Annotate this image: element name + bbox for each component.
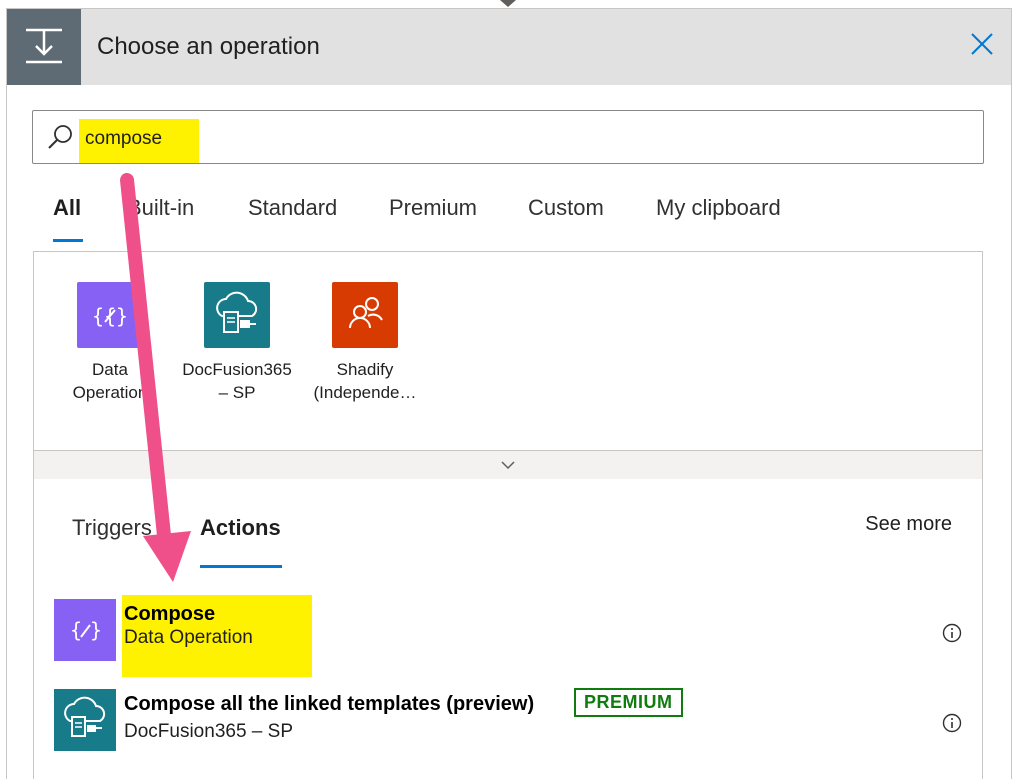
connector-label: Data Operation (72, 360, 148, 402)
data-operation-action-icon: { } (54, 599, 116, 661)
premium-badge: PREMIUM (574, 688, 683, 717)
svg-text:{: { (70, 618, 83, 642)
expand-connectors-button[interactable] (33, 450, 983, 480)
info-icon[interactable] (942, 713, 962, 733)
active-tab-indicator (53, 239, 83, 242)
connectors-list: { { } Data Operation DocFusion365 (33, 251, 983, 450)
panel-title: Choose an operation (97, 33, 320, 60)
svg-text:}: } (90, 618, 103, 642)
chevron-down-icon (501, 461, 515, 470)
users-icon (332, 282, 398, 348)
results-section: Triggers Actions See more { } Compose Da… (33, 479, 983, 779)
svg-text:}: } (116, 304, 129, 328)
info-icon[interactable] (942, 623, 962, 643)
choose-operation-panel: Choose an operation compose All Built-in… (6, 8, 1012, 779)
cloud-document-icon (204, 282, 270, 348)
tab-custom[interactable]: Custom (528, 195, 604, 221)
panel-header: Choose an operation (7, 9, 1011, 85)
tab-actions[interactable]: Actions (200, 515, 281, 541)
data-operation-connector-icon: { { } (77, 282, 143, 348)
action-title: Compose (124, 603, 216, 625)
tab-triggers[interactable]: Triggers (72, 515, 152, 541)
tab-premium[interactable]: Premium (389, 195, 477, 221)
connector-shadify[interactable]: Shadify (Independe… (305, 282, 425, 404)
connector-label: Shadify (Independe… (313, 360, 417, 402)
action-title: Compose all the linked templates (previe… (124, 693, 535, 715)
search-input[interactable]: compose (32, 110, 984, 164)
see-more-link[interactable]: See more (865, 513, 952, 536)
tab-standard[interactable]: Standard (248, 195, 337, 221)
active-results-tab-indicator (200, 565, 282, 568)
connector-docfusion365[interactable]: DocFusion365 – SP (177, 282, 297, 404)
category-tabs: All Built-in Standard Premium Custom My … (53, 195, 953, 245)
tab-built-in[interactable]: Built-in (127, 195, 194, 221)
cloud-document-action-icon (54, 689, 116, 751)
data-operation-icon (7, 9, 81, 85)
action-item-compose[interactable]: { } Compose Data Operation (34, 591, 982, 677)
tab-my-clipboard[interactable]: My clipboard (656, 195, 781, 221)
connector-label: DocFusion365 – SP (182, 360, 292, 402)
connector-data-operation[interactable]: { { } Data Operation (50, 282, 170, 404)
close-icon[interactable] (969, 31, 995, 57)
svg-text:{: { (92, 304, 105, 328)
search-value[interactable]: compose (85, 128, 162, 150)
panel-pointer (500, 0, 516, 7)
action-item-compose-linked-templates[interactable]: Compose all the linked templates (previe… (34, 683, 982, 753)
tab-all[interactable]: All (53, 195, 81, 221)
search-icon (47, 124, 73, 155)
action-subtitle: DocFusion365 – SP (124, 721, 293, 742)
action-subtitle: Data Operation (124, 627, 253, 648)
